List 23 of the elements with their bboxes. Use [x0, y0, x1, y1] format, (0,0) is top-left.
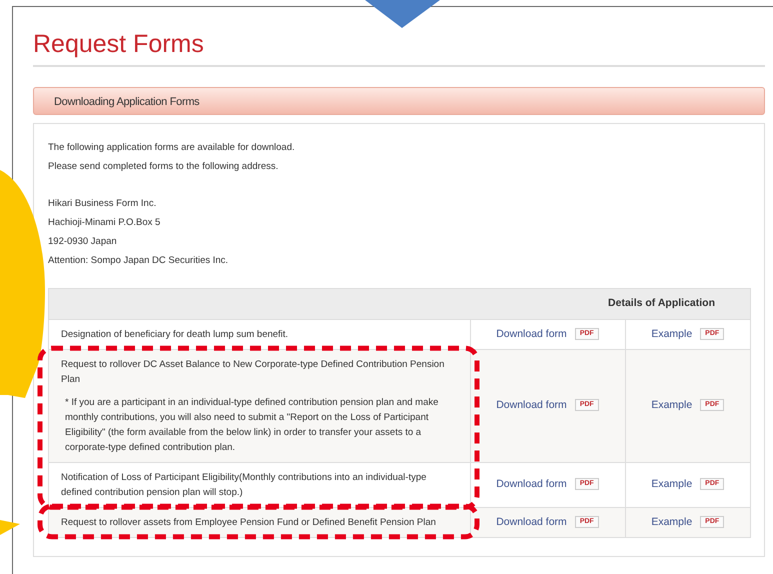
- page-title: Request Forms: [33, 29, 765, 67]
- application-title: Designation of beneficiary for death lump sum benefit.: [61, 328, 290, 342]
- download-link[interactable]: Download form: [496, 399, 567, 412]
- section-header: Downloading Application Forms: [33, 87, 765, 115]
- table-header: Details of Application: [49, 289, 750, 320]
- address-line: Hikari Business Form Inc.: [48, 197, 158, 211]
- pointer-arrow: [0, 520, 20, 535]
- intro-text: Please send completed forms to the following address.: [48, 160, 280, 174]
- application-title: Request to rollover DC Asset Balance to New Corporate-type Defined Contribution Pension Plan: [61, 358, 446, 387]
- address-line: Hachioji-Minami P.O.Box 5: [48, 216, 162, 230]
- application-title: Notification of Loss of Participant Eligibility(Monthly contributions into an individual-type defined contribution pension plan will stop.): [61, 470, 428, 500]
- download-link[interactable]: Download form: [496, 328, 567, 340]
- example-link[interactable]: Example: [651, 516, 692, 528]
- example-link[interactable]: Example: [651, 399, 692, 412]
- intro-text: The following application forms are available for download.: [48, 141, 296, 155]
- download-link[interactable]: Download form: [496, 516, 567, 528]
- example-link[interactable]: Example: [651, 478, 692, 490]
- download-link[interactable]: Download form: [496, 478, 567, 490]
- note-text: * If you are a participant in an individual-type defined contribution pension plan and make monthly contributions, you will also need to submit a "Report on the Loss of Participant Eligibility" (the form available from the below link) in order to transfer your assets to a corporate-type defined contribution plan.: [65, 396, 440, 455]
- address-line: Attention: Sompo Japan DC Securities Inc.: [48, 254, 230, 268]
- application-title: Request to rollover assets from Employee Pension Fund or Defined Benefit Pension Plan: [61, 516, 437, 530]
- example-link[interactable]: Example: [651, 328, 692, 340]
- address-line: 192-0930 Japan: [48, 235, 118, 249]
